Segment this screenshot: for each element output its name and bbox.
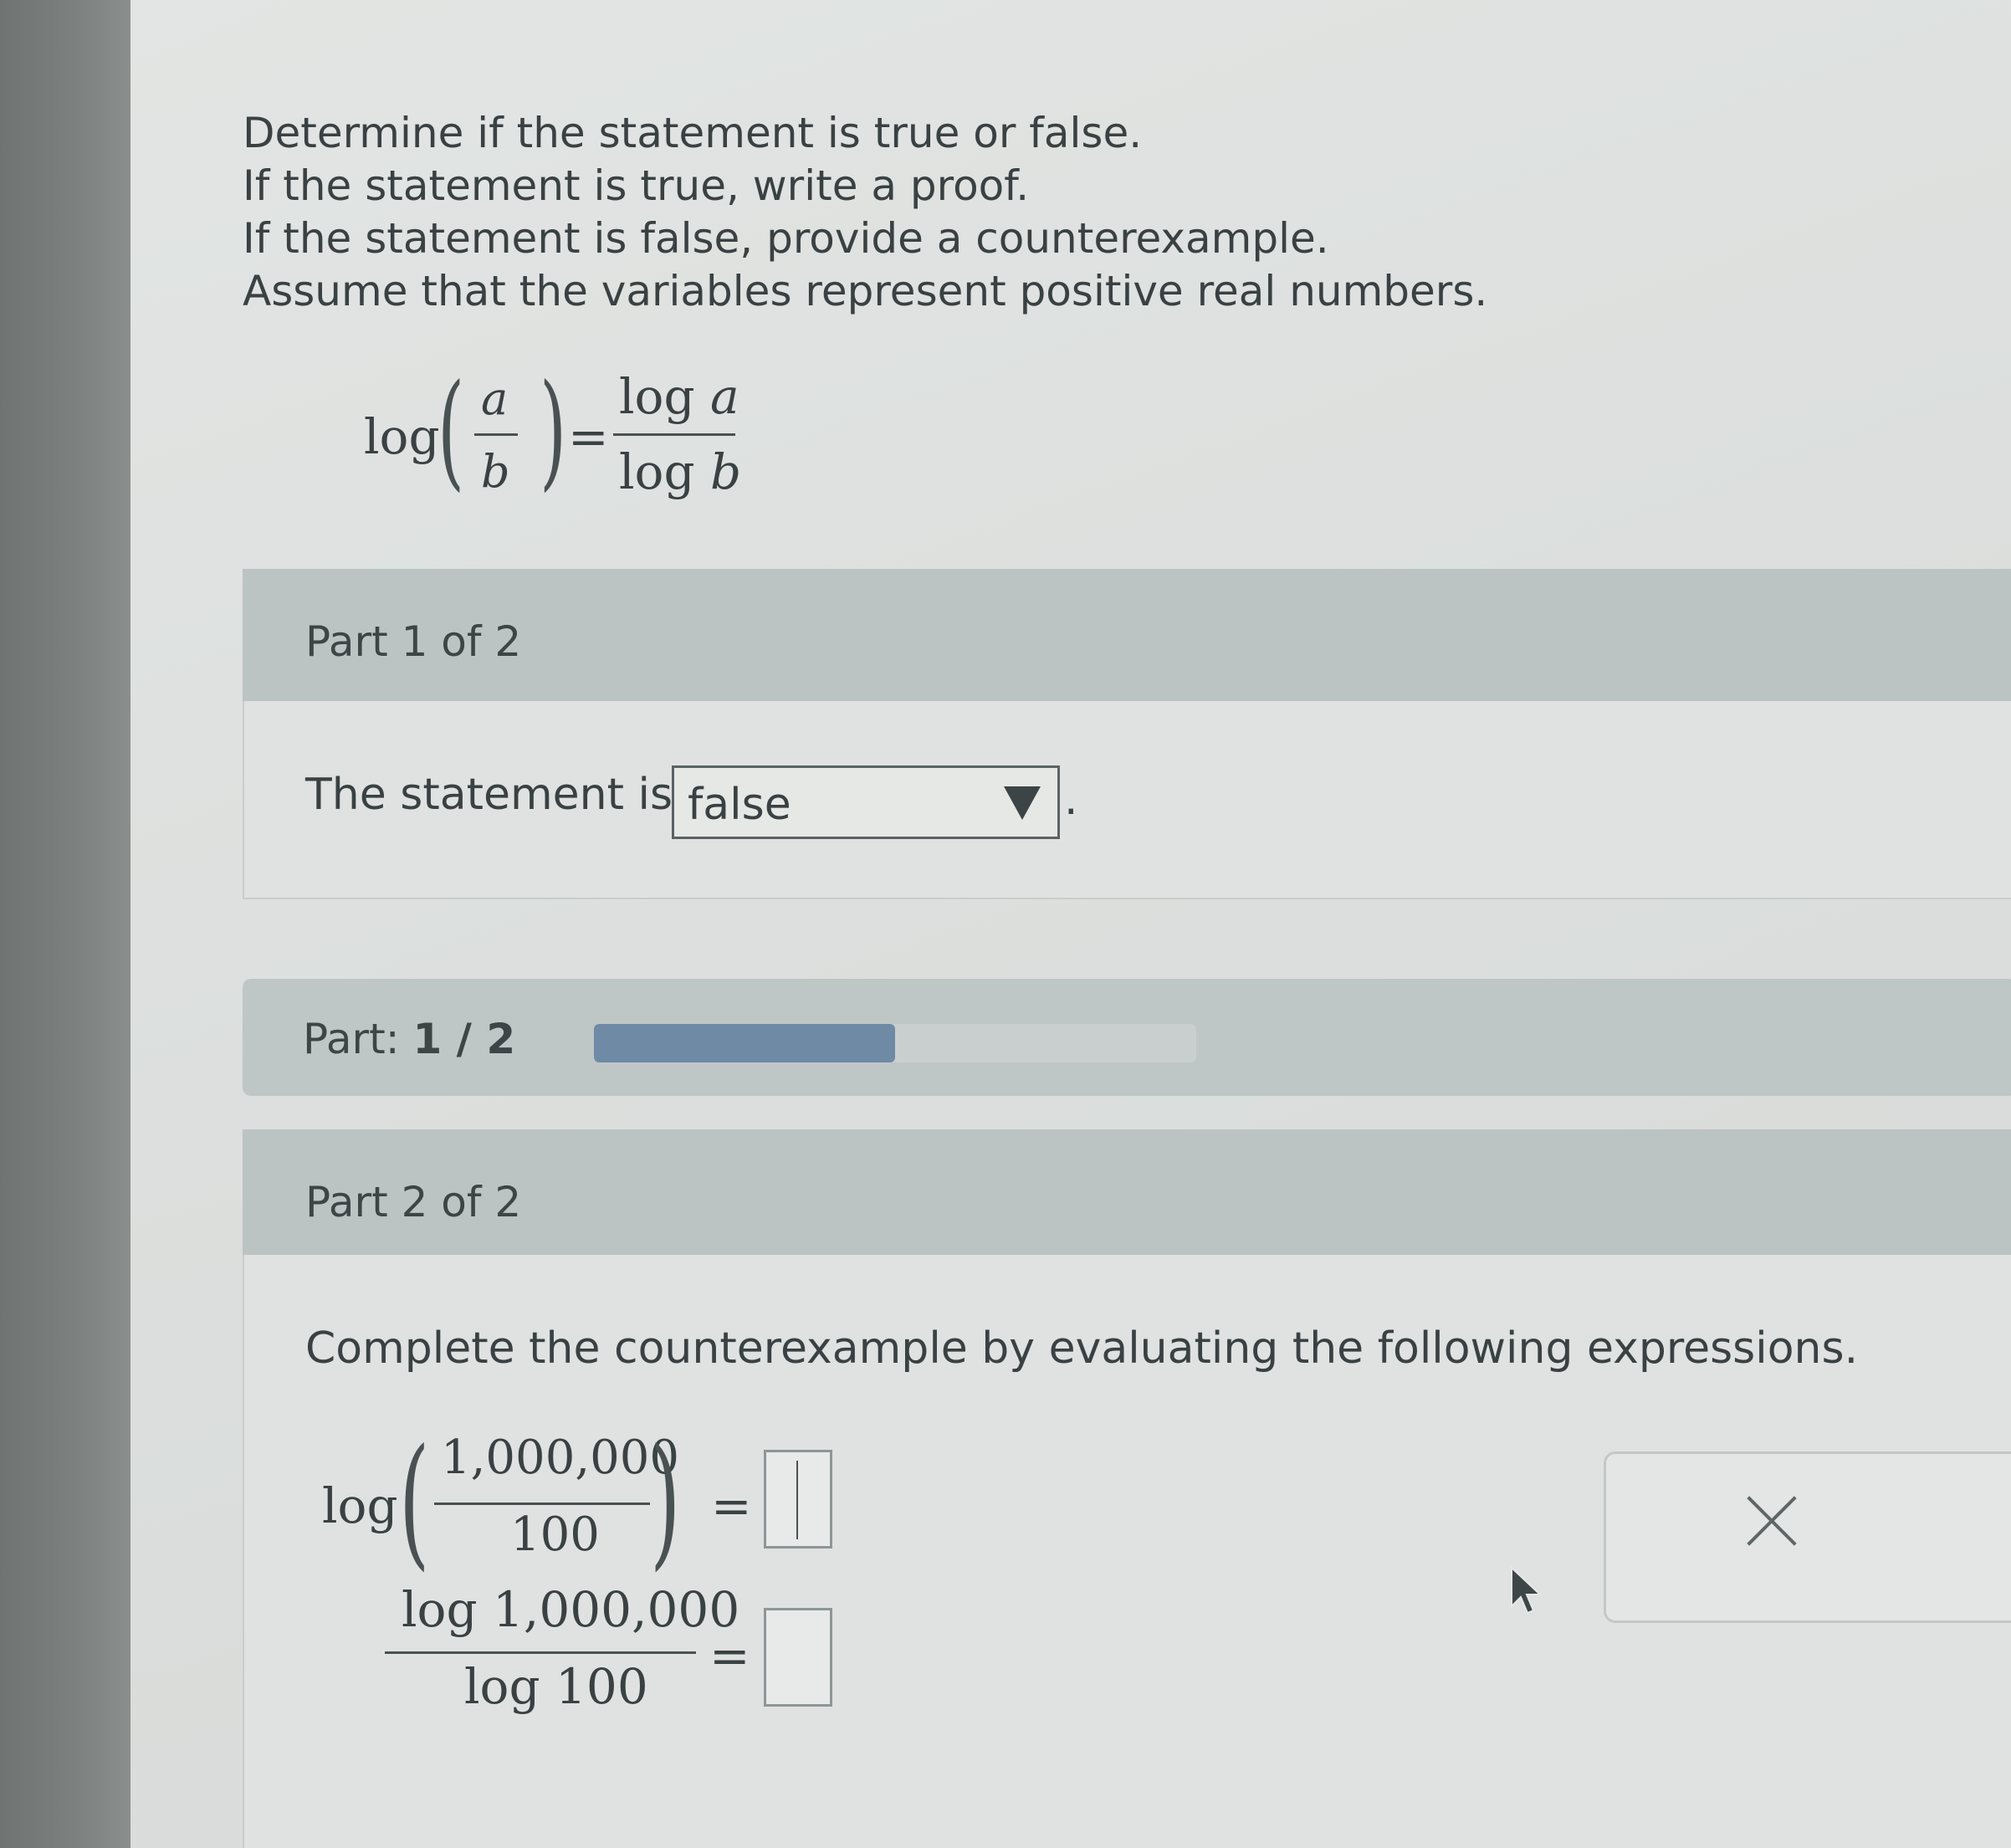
left-paren: ( [399,1419,430,1584]
problem-instructions: Determine if the statement is true or fa… [243,107,1487,318]
fraction-numerator: a [481,372,509,425]
part-1-title: Part 1 of 2 [305,617,522,666]
fraction-denominator: log 100 [464,1658,648,1715]
variable-a: a [710,368,739,425]
monitor-bezel [0,0,130,1848]
equals-sign: = [709,1627,750,1684]
log-function: log [619,368,695,425]
progress-fill [594,1024,895,1062]
fraction-numerator: log 1,000,000 [402,1581,740,1638]
page: Determine if the statement is true or fa… [0,0,2011,1848]
fraction-denominator: 100 [510,1508,600,1562]
fraction-numerator: 1,000,000 [441,1431,680,1485]
instruction-line: Assume that the variables represent posi… [243,267,1488,315]
progress-track [594,1024,1196,1062]
rhs-denominator: log b [619,443,741,500]
instruction-line: If the statement is true, write a proof. [243,161,1030,210]
fraction-bar [474,433,518,436]
right-paren: ) [540,358,567,504]
sentence-period: . [1064,775,1078,825]
part-2-header: Part 2 of 2 [243,1129,2011,1255]
statement-label: The statement is [305,770,673,820]
text-cursor [796,1461,798,1539]
progress-label: Part: 1 / 2 [303,1015,515,1063]
log-function: log [364,408,440,465]
fraction-bar [613,433,735,436]
select-value: false [688,780,791,830]
answer-tools-panel [1604,1451,2011,1623]
part-2-instruction: Complete the counterexample by evaluatin… [305,1323,1859,1374]
close-icon[interactable] [1738,1487,1805,1554]
fraction-bar [385,1651,696,1654]
mouse-pointer-icon [1511,1566,1543,1615]
triangle-down-icon[interactable] [1004,786,1041,820]
equals-sign: = [568,408,609,465]
instruction-line: Determine if the statement is true or fa… [243,109,1143,157]
fraction-denominator: b [481,445,510,498]
instruction-line: If the statement is false, provide a cou… [243,214,1329,263]
part-1-header: Part 1 of 2 [243,569,2011,701]
rhs-numerator: log a [619,368,739,425]
progress-prefix: Part: [303,1015,400,1063]
statement-equation: log ( a b ) = log a log b [364,368,749,510]
true-false-select[interactable]: false [672,765,1060,839]
answer-input-2[interactable] [764,1608,832,1707]
part-2-title: Part 2 of 2 [305,1178,522,1226]
equals-sign: = [711,1477,752,1534]
left-paren: ( [438,358,465,504]
fraction-bar [434,1502,650,1505]
variable-b: b [710,443,742,500]
answer-input-1[interactable] [764,1450,832,1549]
log-function: log [322,1477,398,1534]
right-paren: ) [650,1419,681,1584]
progress-value: 1 / 2 [412,1015,516,1063]
log-function: log [619,443,695,500]
